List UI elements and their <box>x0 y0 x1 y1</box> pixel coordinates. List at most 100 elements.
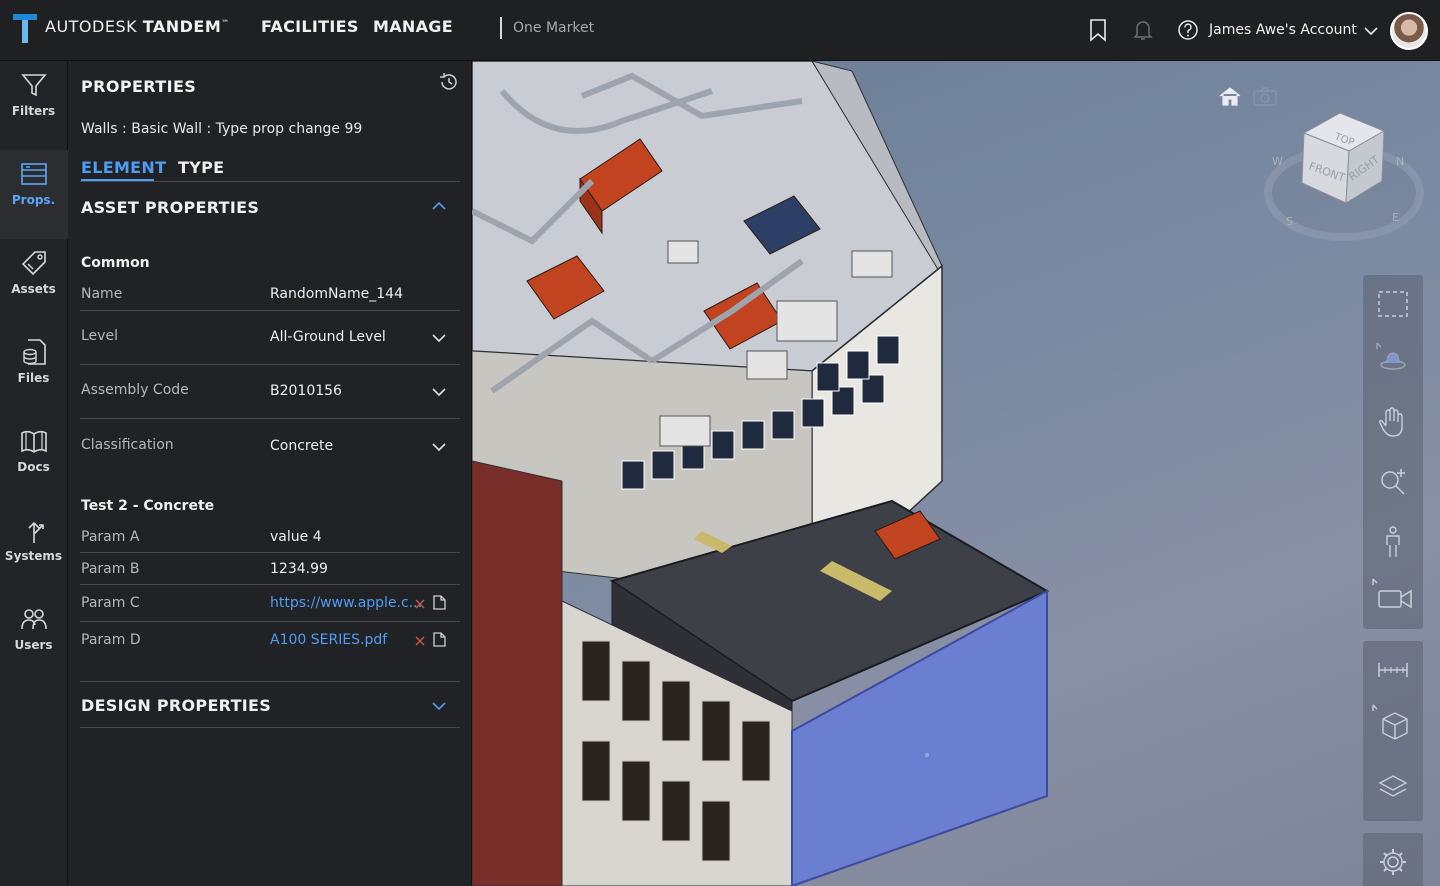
rail-label-systems: Systems <box>4 549 63 563</box>
rail-item-files[interactable]: Files <box>0 328 67 417</box>
remove-icon[interactable] <box>414 598 426 610</box>
compass-w[interactable]: W <box>1272 155 1283 168</box>
document-icon[interactable] <box>433 632 446 647</box>
tag-icon <box>21 251 46 276</box>
help-icon[interactable] <box>1177 18 1199 42</box>
param-c-link[interactable]: https://www.apple.c... <box>270 595 422 611</box>
divider <box>80 584 460 585</box>
tools-toolbar <box>1363 641 1423 821</box>
group-test-2-concrete: Test 2 - Concrete <box>81 498 215 514</box>
property-param-d: Param D <box>81 632 141 648</box>
section-design-properties[interactable]: DESIGN PROPERTIES <box>81 696 271 715</box>
camera-view-icon[interactable] <box>1369 577 1419 613</box>
chevron-down-icon[interactable] <box>432 387 446 397</box>
property-name: Name <box>81 286 123 302</box>
layers-icon[interactable] <box>1377 773 1409 803</box>
first-person-icon[interactable] <box>1381 525 1405 559</box>
level-dropdown[interactable]: All-Ground Level <box>270 329 386 345</box>
rail-item-properties[interactable]: Props. <box>0 150 68 239</box>
section-box-icon[interactable] <box>1369 703 1415 745</box>
chevron-down-icon[interactable] <box>432 442 446 452</box>
history-icon[interactable] <box>438 71 460 93</box>
brand-second: TANDEM <box>142 17 222 36</box>
facility-name[interactable]: One Market <box>513 20 594 36</box>
pan-hand-icon[interactable] <box>1377 405 1409 439</box>
book-icon <box>21 430 47 453</box>
divider <box>80 418 460 419</box>
tandem-logo-icon[interactable] <box>12 12 38 44</box>
zoom-icon[interactable] <box>1377 465 1411 499</box>
users-icon <box>21 609 47 630</box>
assembly-code-dropdown[interactable]: B2010156 <box>270 383 342 399</box>
top-bar: AUTODESK TANDEM™ FACILITIES MANAGE One M… <box>0 0 1440 61</box>
chevron-up-icon[interactable] <box>432 201 446 211</box>
property-param-a: Param A <box>81 529 140 545</box>
account-menu[interactable]: James Awe's Account <box>1209 22 1357 38</box>
rail-item-systems[interactable]: Systems <box>0 506 67 595</box>
nav-manage[interactable]: MANAGE <box>373 17 453 36</box>
param-a-value[interactable]: value 4 <box>270 529 322 545</box>
property-param-b: Param B <box>81 561 140 577</box>
header-divider <box>500 17 502 39</box>
properties-icon <box>21 163 47 185</box>
measure-icon[interactable] <box>1377 657 1409 683</box>
property-value: RandomName_144 <box>270 286 403 302</box>
brand-trademark: ™ <box>221 18 230 28</box>
chevron-down-icon[interactable] <box>1364 26 1378 36</box>
systems-icon <box>28 521 44 543</box>
divider <box>80 181 460 182</box>
file-database-icon <box>23 339 46 365</box>
compass-e[interactable]: E <box>1392 211 1399 224</box>
brand-name[interactable]: AUTODESK TANDEM™ <box>45 17 230 36</box>
compass-n[interactable]: N <box>1396 155 1404 168</box>
properties-panel: PROPERTIES Walls : Basic Wall : Type pro… <box>68 61 472 886</box>
user-avatar[interactable] <box>1390 12 1428 50</box>
brand-first: AUTODESK <box>45 17 138 36</box>
rail-label-docs: Docs <box>17 460 50 474</box>
settings-toolbar <box>1363 833 1423 886</box>
navigation-toolbar <box>1363 275 1423 629</box>
rail-item-assets[interactable]: Assets <box>0 239 67 328</box>
divider <box>80 310 460 311</box>
divider <box>80 552 460 553</box>
rail-item-users[interactable]: Users <box>0 595 67 684</box>
chevron-down-icon[interactable] <box>432 701 446 711</box>
rail-label-users: Users <box>14 638 53 652</box>
home-view-icon[interactable] <box>1218 85 1242 107</box>
rail-label-properties: Props. <box>11 193 56 207</box>
tab-element[interactable]: ELEMENT <box>81 158 166 177</box>
notification-bell-icon[interactable] <box>1132 18 1154 42</box>
property-assembly-code: Assembly Code <box>81 382 189 398</box>
orbit-icon[interactable] <box>1373 339 1413 379</box>
filter-icon <box>21 74 47 97</box>
divider <box>80 364 460 365</box>
selected-element-name: Walls : Basic Wall : Type prop change 99 <box>81 121 363 137</box>
chevron-down-icon[interactable] <box>432 333 446 343</box>
left-rail: Filters Props. Assets Files Docs Systems… <box>0 61 68 886</box>
gear-icon[interactable] <box>1378 847 1408 877</box>
rail-label-filters: Filters <box>11 104 56 118</box>
rail-label-files: Files <box>17 371 50 385</box>
property-classification: Classification <box>81 437 174 453</box>
rail-label-assets: Assets <box>11 282 56 296</box>
document-icon[interactable] <box>433 595 446 610</box>
rail-item-filters[interactable]: Filters <box>0 61 67 150</box>
nav-facilities[interactable]: FACILITIES <box>261 17 359 36</box>
param-d-link[interactable]: A100 SERIES.pdf <box>270 632 387 648</box>
tab-type[interactable]: TYPE <box>178 158 224 177</box>
bookmark-icon[interactable] <box>1087 18 1109 42</box>
viewcube-icon[interactable]: TOP FRONT RIGHT W N S E <box>1264 103 1424 243</box>
property-param-c: Param C <box>81 595 140 611</box>
classification-dropdown[interactable]: Concrete <box>270 438 333 454</box>
divider <box>80 681 460 682</box>
compass-s[interactable]: S <box>1286 215 1293 228</box>
rail-item-docs[interactable]: Docs <box>0 417 67 506</box>
remove-icon[interactable] <box>414 635 426 647</box>
param-b-value[interactable]: 1234.99 <box>270 561 328 577</box>
panel-title: PROPERTIES <box>81 77 197 96</box>
divider <box>80 621 460 622</box>
divider <box>80 727 460 728</box>
box-select-icon[interactable] <box>1377 289 1409 319</box>
section-asset-properties[interactable]: ASSET PROPERTIES <box>81 198 259 217</box>
3d-model-viewer[interactable]: TOP FRONT RIGHT W N S E <box>472 61 1440 886</box>
